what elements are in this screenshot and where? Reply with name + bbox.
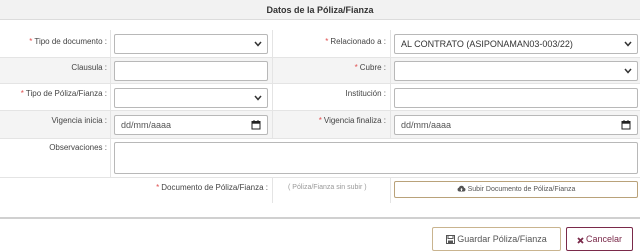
modal-header: Datos de la Póliza/Fianza xyxy=(0,0,640,20)
cubre-select[interactable] xyxy=(394,61,638,81)
footer-divider xyxy=(0,217,640,219)
documento-status: ( Póliza/Fianza sin subir ) xyxy=(288,184,367,191)
clausula-label: Clausula : xyxy=(71,63,107,72)
chevron-down-icon xyxy=(254,95,262,101)
vigencia-finaliza-date-input[interactable]: dd/mm/aaaa xyxy=(394,115,638,135)
vigencia-inicia-date-input[interactable]: dd/mm/aaaa xyxy=(114,115,268,135)
observaciones-label: Observaciones : xyxy=(49,143,107,152)
documento-label: * Documento de Póliza/Fianza : xyxy=(156,183,268,192)
cloud-upload-icon xyxy=(457,185,466,192)
chevron-down-icon xyxy=(254,41,262,47)
tipo-documento-label: * Tipo de documento : xyxy=(29,37,107,46)
relacionado-select[interactable]: AL CONTRATO (ASIPONAMAN03-003/22) xyxy=(394,34,638,54)
cubre-label: * Cubre : xyxy=(354,63,386,72)
upload-document-button[interactable]: Subir Documento de Póliza/Fianza xyxy=(394,181,638,198)
calendar-icon[interactable] xyxy=(621,120,631,130)
calendar-icon[interactable] xyxy=(251,120,261,130)
vigencia-finaliza-label: * Vigencia finaliza : xyxy=(318,116,386,125)
observaciones-textarea[interactable] xyxy=(114,142,638,174)
clausula-input[interactable] xyxy=(114,61,268,81)
chevron-down-icon xyxy=(624,68,632,74)
save-icon xyxy=(446,235,456,244)
tipo-poliza-label: * Tipo de Póliza/Fianza : xyxy=(20,89,107,98)
chevron-down-icon xyxy=(624,41,632,47)
vigencia-inicia-label: Vigencia inicia : xyxy=(51,116,107,125)
tipo-poliza-select[interactable] xyxy=(114,88,268,108)
save-button[interactable]: Guardar Póliza/Fianza xyxy=(432,227,561,251)
cancel-button[interactable]: Cancelar xyxy=(566,227,633,251)
institucion-input[interactable] xyxy=(394,88,638,108)
tipo-documento-select[interactable] xyxy=(114,34,268,54)
relacionado-label: * Relacionado a : xyxy=(325,37,386,46)
institucion-label: Institución : xyxy=(345,89,386,98)
modal-title: Datos de la Póliza/Fianza xyxy=(266,5,374,15)
close-icon xyxy=(577,237,584,244)
